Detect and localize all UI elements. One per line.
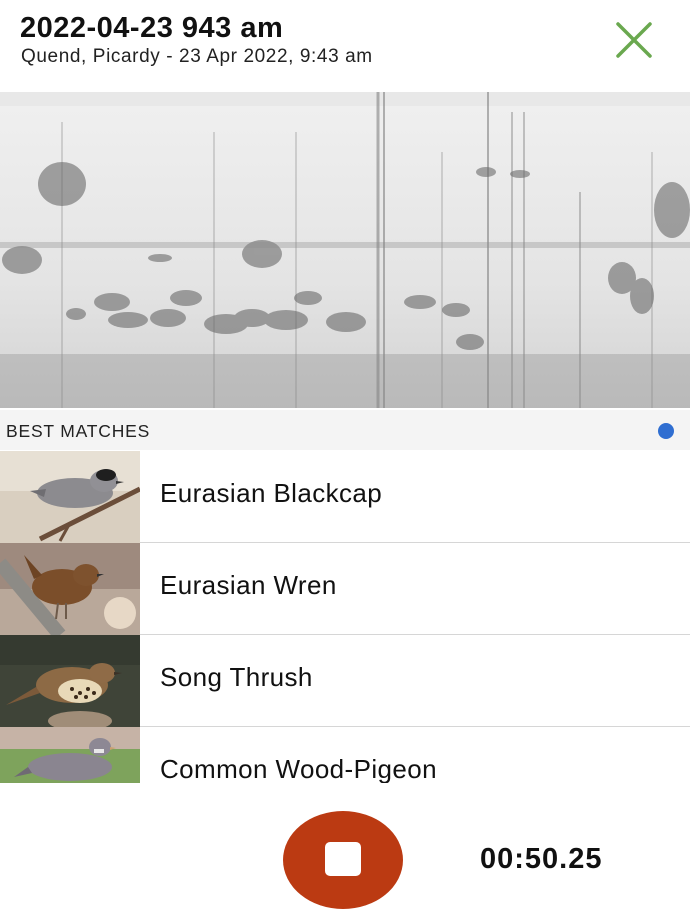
bird-photo (0, 727, 140, 783)
section-label: BEST MATCHES (6, 421, 151, 441)
eurasian-wren-photo (0, 543, 140, 635)
matches-list: Eurasian Blackcap Eurasian Wren Song Thr… (0, 451, 690, 783)
bird-name: Common Wood-Pigeon (160, 754, 437, 783)
close-button[interactable] (610, 18, 658, 62)
bird-photo (0, 451, 140, 543)
stop-recording-button[interactable] (283, 811, 403, 909)
close-icon (616, 22, 652, 58)
recording-title: 2022-04-23 943 am (20, 12, 284, 44)
song-thrush-photo (0, 635, 140, 727)
common-wood-pigeon-photo (0, 727, 140, 783)
recording-subtitle: Quend, Picardy - 23 Apr 2022, 9:43 am (21, 46, 373, 67)
list-item[interactable]: Song Thrush (0, 635, 690, 727)
bird-photo (0, 635, 140, 727)
list-item[interactable]: Eurasian Wren (0, 543, 690, 635)
best-matches-header: BEST MATCHES (0, 410, 690, 450)
bird-name: Song Thrush (160, 662, 313, 692)
stop-icon (325, 842, 361, 876)
spectrogram[interactable] (0, 92, 690, 408)
recording-timer: 00:50.25 (480, 843, 603, 875)
bird-name: Eurasian Blackcap (160, 478, 383, 508)
status-dot-icon (658, 423, 674, 439)
spectrogram-image (0, 92, 690, 408)
list-item[interactable]: Eurasian Blackcap (0, 451, 690, 543)
eurasian-blackcap-photo (0, 451, 140, 543)
list-item[interactable]: Common Wood-Pigeon (0, 727, 690, 783)
bird-photo (0, 543, 140, 635)
bird-name: Eurasian Wren (160, 570, 337, 600)
header: 2022-04-23 943 am Quend, Picardy - 23 Ap… (0, 0, 690, 90)
